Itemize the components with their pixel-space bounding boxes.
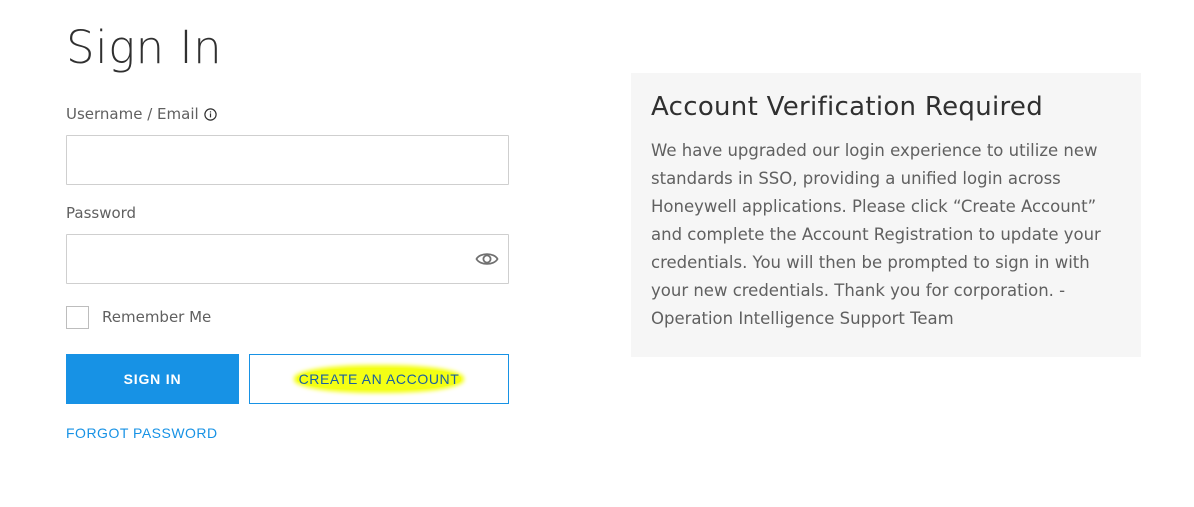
- eye-icon[interactable]: [475, 248, 499, 270]
- remember-me-label: Remember Me: [102, 308, 212, 326]
- info-icon[interactable]: [203, 107, 217, 121]
- username-input[interactable]: [66, 135, 509, 185]
- verification-notice-panel: Account Verification Required We have up…: [631, 73, 1141, 357]
- password-label: Password: [66, 204, 137, 222]
- create-account-button[interactable]: CREATE AN ACCOUNT: [249, 354, 509, 404]
- password-input[interactable]: [66, 234, 509, 284]
- username-label: Username / Email: [66, 105, 217, 123]
- forgot-password-link[interactable]: FORGOT PASSWORD: [66, 425, 218, 441]
- notice-title: Account Verification Required: [651, 92, 1044, 122]
- create-account-label: CREATE AN ACCOUNT: [296, 368, 462, 390]
- page-title: Sign In: [66, 21, 223, 74]
- remember-me-checkbox[interactable]: [66, 306, 89, 329]
- username-label-text: Username / Email: [66, 105, 199, 123]
- notice-body: We have upgraded our login experience to…: [651, 141, 1101, 328]
- sign-in-button[interactable]: SIGN IN: [66, 354, 239, 404]
